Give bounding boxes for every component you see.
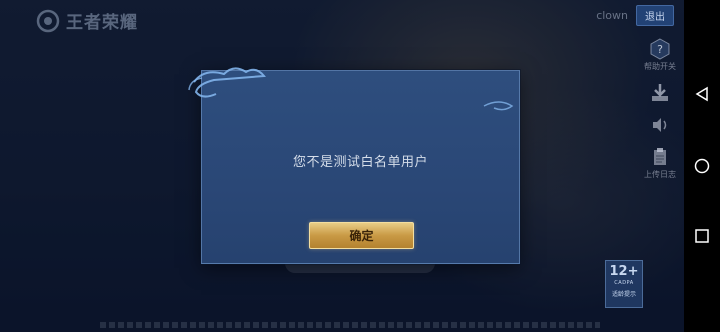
nav-recents-button[interactable] [692,226,712,246]
side-label-help: 帮助开关 [644,62,676,71]
side-label-upload-log: 上传日志 [644,170,676,179]
account-bar: clown 退出 [596,5,674,26]
side-item-volume[interactable] [640,114,680,136]
download-icon [652,84,668,101]
home-icon [694,158,710,174]
back-icon [695,86,708,102]
game-background: 王者荣耀 clown 退出 ? 帮助开关 上传日志 12+ CADPA 适龄提示… [0,0,684,332]
confirm-button[interactable]: 确定 [309,222,414,249]
logout-button[interactable]: 退出 [636,5,674,26]
volume-icon [653,118,667,132]
side-item-help[interactable]: ? 帮助开关 [640,38,680,72]
side-item-upload-log[interactable]: 上传日志 [640,146,680,180]
footer-legal-text [100,322,600,328]
dialog-message: 您不是测试白名单用户 [292,155,428,170]
username-label: clown [596,9,628,22]
age-rating-number: 12+ [609,264,639,279]
system-nav-bar [684,0,720,332]
nav-back-button[interactable] [692,84,712,104]
logo-emblem-icon [36,9,60,32]
confirm-button-label: 确定 [349,229,374,243]
nav-home-button[interactable] [692,156,712,176]
side-menu: ? 帮助开关 上传日志 [640,38,680,190]
age-rating-badge: 12+ CADPA 适龄提示 [605,260,643,308]
age-rating-org: CADPA [614,280,634,286]
clipboard-icon [654,148,666,165]
age-rating-tip: 适龄提示 [611,291,636,298]
logo-text: 王者荣耀 [66,13,138,33]
cloud-ornament-icon [188,67,514,111]
game-logo: 王者荣耀 [36,8,138,33]
svg-text:?: ? [657,43,663,56]
help-icon: ? [650,38,670,60]
recents-icon [695,229,709,243]
side-item-download[interactable] [640,82,680,104]
